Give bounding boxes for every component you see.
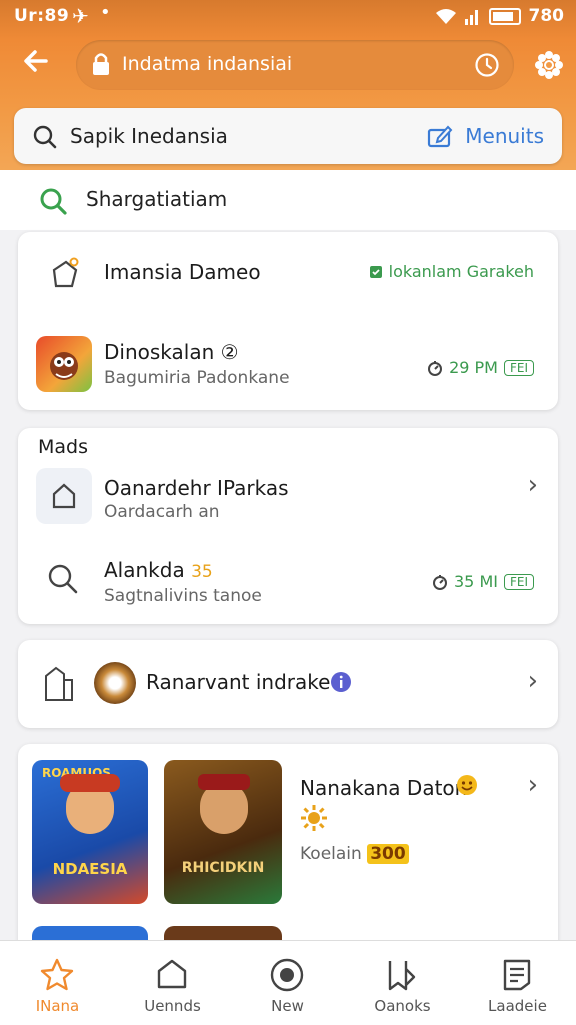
- star-icon: [40, 958, 74, 991]
- sun-icon: [301, 805, 327, 831]
- list-icon: [503, 959, 531, 991]
- battery-icon: [488, 7, 521, 25]
- back-button[interactable]: [16, 46, 56, 86]
- nav-label: Oanoks: [374, 997, 431, 1015]
- timer-icon: [428, 360, 443, 376]
- home-icon: [157, 959, 187, 989]
- result-title: Ranarvant indrake: [146, 670, 331, 694]
- result-subtitle: Sagtnalivins tanoe: [104, 586, 262, 606]
- result-subtitle: Oardacarh an: [104, 502, 220, 522]
- address-bar[interactable]: Indatma indansiai: [76, 40, 514, 90]
- thumbnail-title: NDAESIA: [52, 860, 128, 878]
- status-right: 780: [435, 6, 565, 26]
- chevron-right-icon[interactable]: ›: [528, 770, 538, 800]
- meta-badge: FEI: [503, 359, 534, 376]
- nav-item-home[interactable]: INana: [0, 941, 115, 1025]
- nav-item-uennds[interactable]: Uennds: [115, 941, 230, 1025]
- result-subtitle: Koelain 300: [300, 844, 409, 864]
- result-title[interactable]: Imansia Dameo: [104, 260, 261, 284]
- bottom-navigation: INana Uennds New Oanoks Laadeie: [0, 940, 576, 1025]
- results-card-4: ROAMUOS NDAESIA RHICIDKIN Nanakana Daton…: [18, 744, 558, 964]
- meta-time: 35 MI: [454, 572, 498, 591]
- wifi-icon: [435, 9, 456, 24]
- result-meta-text: lokanlam Garakeh: [388, 262, 534, 281]
- avatar: [94, 662, 136, 704]
- search-query: Sapik Inedansia: [70, 124, 228, 148]
- status-bar: Ur:89 ✈ • 780: [0, 0, 576, 34]
- result-title[interactable]: Alankda 35: [104, 558, 213, 582]
- dot-icon: •: [100, 2, 111, 23]
- arrow-left-icon: [24, 50, 48, 72]
- search-icon: [48, 564, 78, 594]
- result-title[interactable]: Dinoskalan ②: [104, 340, 239, 364]
- result-meta[interactable]: lokanlam Garakeh: [369, 262, 534, 281]
- character-hat: [60, 774, 120, 792]
- chevron-right-icon[interactable]: ›: [528, 666, 538, 696]
- game-thumbnail[interactable]: RHICIDKIN: [164, 760, 282, 904]
- menu-button[interactable]: Menuits: [465, 124, 544, 148]
- map-pin-icon: [369, 265, 382, 278]
- notification-icon: ✈: [72, 4, 89, 28]
- edit-box-icon[interactable]: [426, 122, 454, 150]
- battery-level: 780: [528, 6, 565, 26]
- book-icon: [388, 961, 416, 991]
- result-subtitle: Bagumiria Padonkane: [104, 368, 290, 388]
- result-title[interactable]: Oanardehr IParkas: [104, 476, 289, 500]
- search-icon: [33, 125, 57, 149]
- settings-icon[interactable]: [534, 50, 564, 80]
- info-icon: [331, 672, 351, 692]
- results-card-2: Mads Oanardehr IParkas Oardacarh an › Al…: [18, 428, 558, 624]
- search-icon: [40, 188, 67, 215]
- record-icon: [270, 958, 304, 992]
- title-badge: 35: [191, 562, 213, 582]
- home-icon: [36, 468, 92, 524]
- game-thumbnail[interactable]: ROAMUOS NDAESIA: [32, 760, 148, 904]
- meta-badge: FEI: [503, 573, 534, 590]
- lock-icon: [93, 53, 109, 75]
- search-bar[interactable]: Sapik Inedansia Menuits: [14, 108, 562, 164]
- result-meta: 35 MI FEI: [432, 572, 534, 591]
- tag-icon: [42, 252, 86, 296]
- nav-item-oanoks[interactable]: Oanoks: [345, 941, 460, 1025]
- bookmark-icon: [45, 666, 73, 701]
- results-card-3[interactable]: Ranarvant indrake ›: [18, 640, 558, 728]
- sub-label: Koelain: [300, 844, 362, 864]
- result-title[interactable]: Nanakana Daton: [300, 776, 467, 800]
- meta-time: 29 PM: [449, 358, 498, 377]
- character-hat: [198, 774, 250, 790]
- nav-label: Uennds: [144, 997, 201, 1015]
- nav-label: New: [271, 997, 304, 1015]
- timer-icon: [433, 574, 447, 590]
- address-text: Indatma indansiai: [122, 53, 293, 75]
- section-heading: Mads: [38, 436, 88, 458]
- search-suggestion[interactable]: Shargatiatiam: [0, 170, 576, 230]
- suggestion-text: Shargatiatiam: [86, 187, 228, 211]
- nav-item-new[interactable]: New: [230, 941, 345, 1025]
- emoji-icon: [457, 775, 477, 795]
- app-icon[interactable]: [36, 336, 92, 392]
- thumbnail-title: RHICIDKIN: [181, 860, 265, 876]
- nav-label: Laadeie: [488, 997, 547, 1015]
- signal-icon: [464, 10, 478, 25]
- nav-item-laadeie[interactable]: Laadeie: [460, 941, 575, 1025]
- chevron-right-icon[interactable]: ›: [528, 470, 538, 500]
- result-title-text: Alankda: [104, 558, 185, 582]
- status-time: Ur:89: [14, 6, 70, 26]
- result-meta: 29 PM FEI: [427, 358, 534, 377]
- history-icon[interactable]: [474, 52, 500, 78]
- sub-value: 300: [367, 844, 409, 864]
- nav-label: INana: [35, 997, 80, 1015]
- results-card-1: Imansia Dameo lokanlam Garakeh Dinoskala…: [18, 232, 558, 410]
